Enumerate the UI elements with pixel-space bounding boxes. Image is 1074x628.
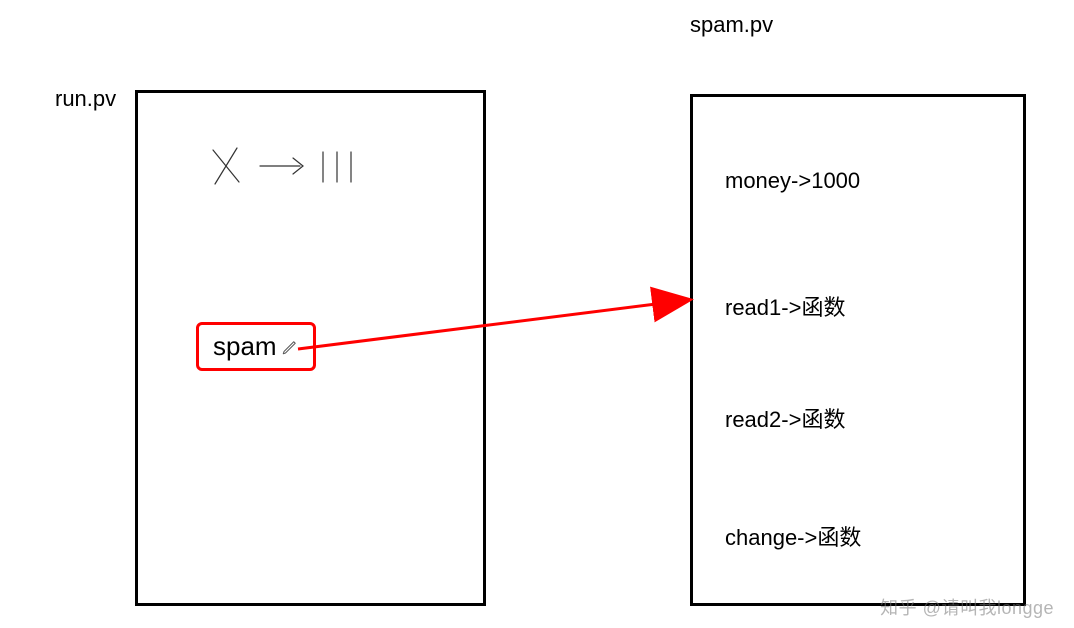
scribble-x-arrow-111 (205, 140, 385, 200)
left-file-title: run.pv (55, 86, 116, 112)
pencil-icon (281, 338, 299, 356)
spam-reference: spam (196, 322, 316, 371)
watermark: 知乎 @请叫我longge (880, 594, 1054, 620)
spam-label: spam (213, 331, 277, 362)
entry-money: money->1000 (725, 168, 860, 194)
entry-change: change->函数 (725, 520, 861, 552)
entry-read2: read2->函数 (725, 402, 845, 434)
entry-read1: read1->函数 (725, 290, 845, 322)
right-file-title: spam.pv (690, 12, 773, 38)
